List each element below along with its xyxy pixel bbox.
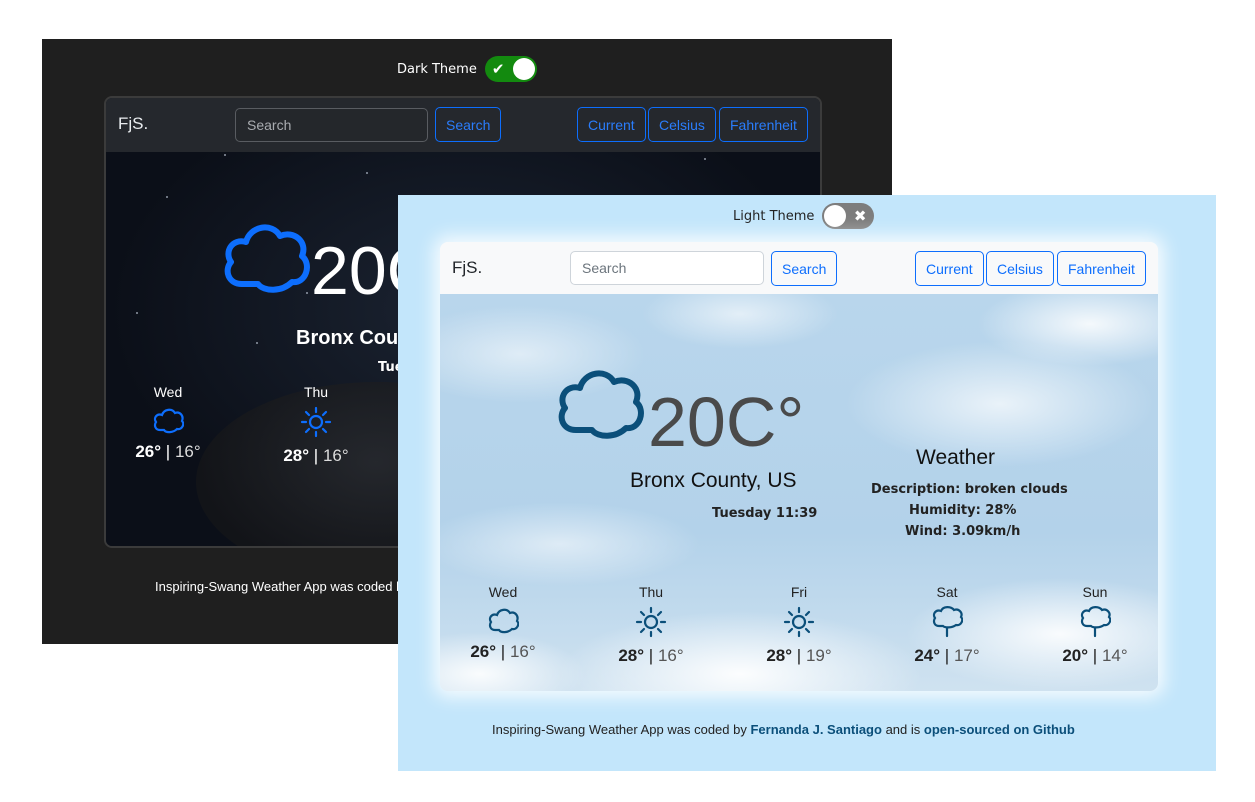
- brand-logo[interactable]: FjS.: [452, 258, 482, 278]
- forecast-day-name: Wed: [153, 384, 183, 400]
- close-icon: ✖: [853, 207, 867, 225]
- dark-theme-label: Dark Theme: [397, 61, 477, 77]
- weather-title: Weather: [916, 446, 995, 469]
- light-weather-card: FjS. Search Current Celsius Fahrenheit 2…: [440, 242, 1158, 691]
- light-theme-toggle[interactable]: ✖: [822, 203, 875, 229]
- toggle-knob: [512, 58, 535, 80]
- search-button[interactable]: Search: [435, 107, 502, 142]
- forecast-day: Sat 24° | 17°: [902, 584, 992, 666]
- forecast-high: 24°: [914, 646, 941, 665]
- light-footer: Inspiring-Swang Weather App was coded by…: [492, 722, 1075, 737]
- cloud-icon: [153, 408, 184, 434]
- sun-icon: [300, 406, 332, 438]
- weather-wind: Wind: 3.09km/h: [905, 524, 1021, 539]
- search-button[interactable]: Search: [771, 251, 838, 286]
- dark-theme-toggle-row: Dark Theme ✔: [397, 56, 537, 82]
- forecast-high: 28°: [618, 646, 645, 665]
- weather-description: Description: broken clouds: [871, 482, 1068, 497]
- search-input[interactable]: [235, 108, 428, 142]
- current-button[interactable]: Current: [915, 251, 984, 286]
- forecast-day-name: Thu: [638, 584, 664, 600]
- footer-text: Inspiring-Swang Weather App was coded by: [492, 722, 751, 737]
- toggle-knob: [824, 205, 847, 227]
- light-theme-label: Light Theme: [733, 208, 815, 224]
- forecast-day-name: Sun: [1082, 584, 1108, 600]
- github-link[interactable]: open-sourced on Github: [924, 722, 1075, 737]
- rain-icon: [1080, 606, 1111, 638]
- fahrenheit-button[interactable]: Fahrenheit: [1057, 251, 1146, 286]
- forecast-high: 28°: [283, 446, 310, 465]
- forecast-day-name: Fri: [790, 584, 808, 600]
- forecast-low: 16°: [174, 442, 201, 461]
- forecast-low: 14°: [1101, 646, 1128, 665]
- weather-humidity: Humidity: 28%: [909, 503, 1017, 518]
- forecast-low: 17°: [953, 646, 980, 665]
- forecast-day: Thu 28° | 16°: [276, 384, 356, 466]
- cloud-icon: [224, 224, 310, 293]
- rain-icon: [932, 606, 963, 638]
- forecast-day: Sun 20° | 14°: [1050, 584, 1140, 666]
- current-temperature: 20C°: [648, 383, 805, 461]
- brand-logo[interactable]: FjS.: [118, 114, 148, 134]
- footer-text: and is: [881, 722, 924, 737]
- search-input[interactable]: [570, 251, 764, 285]
- fahrenheit-button[interactable]: Fahrenheit: [719, 107, 808, 142]
- dark-navbar: FjS. Search Current Celsius Fahrenheit: [106, 98, 820, 152]
- date-time: Tuesday 11:39: [712, 506, 818, 521]
- forecast-low: 16°: [657, 646, 684, 665]
- dark-theme-toggle[interactable]: ✔: [484, 56, 537, 82]
- light-theme-toggle-row: Light Theme ✖: [733, 203, 875, 229]
- screenshot-stage: Dark Theme ✔ FjS. Search Current Celsius…: [0, 0, 1255, 802]
- current-button[interactable]: Current: [577, 107, 646, 142]
- check-icon: ✔: [491, 60, 505, 78]
- light-navbar: FjS. Search Current Celsius Fahrenheit: [440, 242, 1158, 296]
- author-link[interactable]: Fernanda J. Santiago: [750, 722, 881, 737]
- sun-icon: [635, 606, 667, 638]
- cloud-icon: [558, 370, 644, 439]
- forecast-low: 16°: [509, 642, 536, 661]
- cloud-icon: [488, 608, 519, 634]
- forecast-day-name: Thu: [303, 384, 329, 400]
- forecast-low: 19°: [805, 646, 832, 665]
- light-theme-window: Light Theme ✖ FjS. Search Current Celsiu…: [398, 195, 1216, 771]
- forecast-high: 26°: [135, 442, 162, 461]
- forecast-day: Fri 28° | 19°: [754, 584, 844, 666]
- forecast-high: 28°: [766, 646, 793, 665]
- forecast-low: 16°: [322, 446, 349, 465]
- forecast-day-name: Wed: [488, 584, 518, 600]
- celsius-button[interactable]: Celsius: [648, 107, 716, 142]
- forecast-day: Thu 28° | 16°: [606, 584, 696, 666]
- forecast-high: 26°: [470, 642, 497, 661]
- celsius-button[interactable]: Celsius: [986, 251, 1054, 286]
- forecast-day: Wed 26° | 16°: [128, 384, 208, 462]
- forecast-day-name: Sat: [936, 584, 958, 600]
- forecast-high: 20°: [1062, 646, 1089, 665]
- forecast-day: Wed 26° | 16°: [458, 584, 548, 662]
- sky-background: 20C° Bronx County, US Tuesday 11:39 Weat…: [440, 294, 1158, 691]
- city-name: Bronx County, US: [630, 469, 797, 492]
- sun-icon: [783, 606, 815, 638]
